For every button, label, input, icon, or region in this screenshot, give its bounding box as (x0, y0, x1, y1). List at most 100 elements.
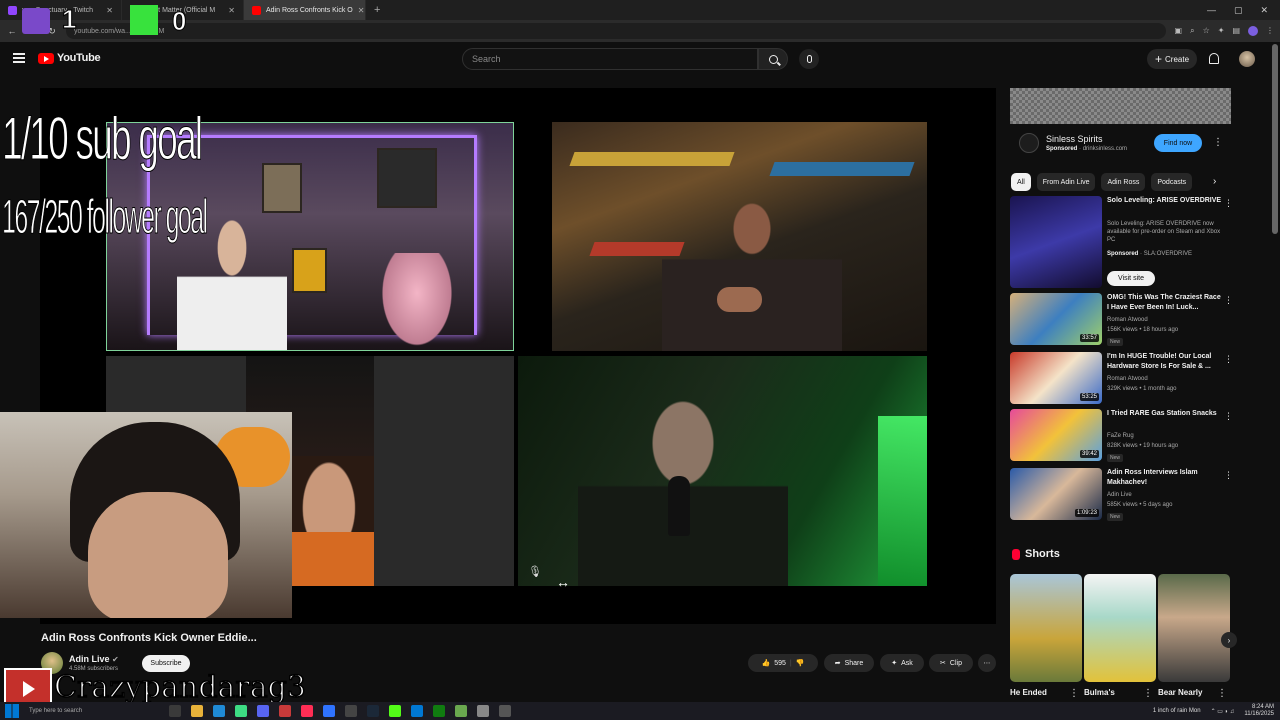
find-now-button[interactable]: Find now (1154, 134, 1202, 152)
browser-menu-icon[interactable]: ⋮ (1266, 26, 1274, 36)
ad-title[interactable]: Sinless Spirits (1046, 134, 1103, 144)
close-window-icon[interactable]: ✕ (1260, 5, 1268, 16)
video-thumbnail[interactable]: 33:57 (1010, 293, 1102, 345)
chevron-right-icon[interactable]: › (1213, 176, 1216, 187)
rec-title[interactable]: Solo Leveling: ARISE OVERDRIVE (1107, 196, 1222, 206)
app-icon[interactable] (455, 705, 467, 717)
address-bar[interactable]: youtube.com/wa...TruBlk-GM (66, 23, 1166, 39)
short-thumbnail[interactable] (1158, 574, 1230, 682)
bookmark-star-icon[interactable]: ☆ (1203, 26, 1210, 36)
video-thumbnail[interactable] (1010, 196, 1102, 288)
sidebar-icon[interactable]: ▤ (1232, 26, 1240, 36)
rec-title[interactable]: Adin Ross Interviews Islam Makhachev! (1107, 468, 1222, 488)
more-actions-button[interactable]: ⋯ (978, 654, 996, 672)
app-icon[interactable] (411, 705, 423, 717)
recommendation-item[interactable]: 1:09:23 Adin Ross Interviews Islam Makha… (1010, 468, 1240, 522)
chip-from-channel[interactable]: From Adin Live (1036, 173, 1096, 191)
account-avatar[interactable] (1239, 51, 1255, 67)
rec-channel[interactable]: Adin Live (1107, 492, 1132, 498)
rec-title[interactable]: I'm In HUGE Trouble! Our Local Hardware … (1107, 352, 1222, 372)
zoom-icon[interactable]: ⌕ (1190, 26, 1194, 36)
rec-menu-icon[interactable]: ⋮ (1224, 411, 1233, 422)
short-title[interactable]: Bulma's (1084, 688, 1115, 697)
kick-icon[interactable] (389, 705, 401, 717)
like-icon[interactable]: 👍 (762, 659, 771, 667)
discord-icon[interactable] (257, 705, 269, 717)
voice-search-button[interactable] (799, 49, 819, 69)
short-title[interactable]: He Ended (1010, 688, 1047, 697)
clock[interactable]: 8:24 AM 11/16/2025 (1244, 704, 1274, 718)
visit-site-button[interactable]: Visit site (1107, 271, 1155, 286)
recommendation-item[interactable]: 33:57 OMG! This Was The Craziest Race I … (1010, 293, 1240, 347)
screen: yourSanctuary - Twitch ✕ Don't Matter (O… (0, 0, 1280, 720)
search-input[interactable]: Search (462, 48, 758, 70)
app-icon[interactable] (477, 705, 489, 717)
video-thumbnail[interactable]: 1:09:23 (1010, 468, 1102, 520)
chrome-icon[interactable] (235, 705, 247, 717)
close-tab-icon[interactable]: ✕ (358, 6, 365, 15)
clip-button[interactable]: ✂ Clip (929, 654, 973, 672)
create-button[interactable]: + Create (1147, 49, 1197, 69)
page-scrollbar[interactable] (1272, 44, 1278, 234)
short-menu-icon[interactable]: ⋮ (1217, 689, 1227, 699)
notifications-bell-icon[interactable] (1209, 53, 1219, 64)
short-thumbnail[interactable] (1010, 574, 1082, 682)
tiktok-icon[interactable] (301, 705, 313, 717)
dislike-icon[interactable]: 👎 (796, 659, 805, 667)
short-title[interactable]: Bear Nearly (1158, 688, 1202, 697)
rec-menu-icon[interactable]: ⋮ (1224, 470, 1233, 481)
ask-button[interactable]: ✦ Ask (880, 654, 924, 672)
new-tab-icon[interactable]: + (366, 4, 388, 16)
ad-menu-icon[interactable]: ⋮ (1213, 138, 1223, 148)
windows-start-icon[interactable] (5, 704, 19, 718)
edge-icon[interactable] (213, 705, 225, 717)
steam-icon[interactable] (367, 705, 379, 717)
extension-icon[interactable]: ▣ (1175, 26, 1183, 36)
minimize-icon[interactable]: — (1207, 5, 1216, 16)
rec-channel[interactable]: Roman Atwood (1107, 376, 1148, 382)
chip-podcasts[interactable]: Podcasts (1151, 173, 1193, 191)
xbox-icon[interactable] (433, 705, 445, 717)
extensions-puzzle-icon[interactable]: ✦ (1218, 26, 1225, 36)
app-icon[interactable] (323, 705, 335, 717)
close-tab-icon[interactable]: ✕ (228, 6, 235, 15)
share-icon: ➦ (834, 660, 841, 667)
app-icon[interactable] (345, 705, 357, 717)
short-menu-icon[interactable]: ⋮ (1069, 689, 1079, 699)
chevron-right-icon[interactable]: › (1221, 632, 1237, 648)
profile-icon[interactable] (1248, 26, 1258, 36)
menu-icon[interactable] (13, 53, 25, 63)
youtube-logo[interactable]: YouTube (38, 52, 101, 64)
rec-menu-icon[interactable]: ⋮ (1224, 198, 1233, 209)
settings-gear-icon[interactable] (499, 705, 511, 717)
app-icon[interactable] (279, 705, 291, 717)
tray-icons[interactable]: ⌃ ▭ ◗ ♫ (1211, 708, 1235, 715)
ad-banner-image[interactable] (1010, 88, 1231, 124)
rec-menu-icon[interactable]: ⋮ (1224, 295, 1233, 306)
recommendation-item[interactable]: 53:25 I'm In HUGE Trouble! Our Local Har… (1010, 352, 1240, 406)
rec-menu-icon[interactable]: ⋮ (1224, 354, 1233, 365)
chip-all[interactable]: All (1011, 173, 1031, 191)
video-thumbnail[interactable]: 53:25 (1010, 352, 1102, 404)
recommendation-item[interactable]: 39:42 I Tried RARE Gas Station Snacks Fa… (1010, 409, 1240, 463)
short-menu-icon[interactable]: ⋮ (1143, 689, 1153, 699)
rec-title[interactable]: I Tried RARE Gas Station Snacks (1107, 409, 1222, 419)
recommendation-ad[interactable]: Solo Leveling: ARISE OVERDRIVE Solo Leve… (1010, 196, 1240, 288)
share-button[interactable]: ➦ Share (824, 654, 874, 672)
file-explorer-icon[interactable] (191, 705, 203, 717)
taskbar-search[interactable]: Type here to search (29, 708, 139, 714)
task-view-icon[interactable] (169, 705, 181, 717)
chip-adin-ross[interactable]: Adin Ross (1101, 173, 1146, 191)
rec-channel[interactable]: FaZe Rug (1107, 433, 1134, 439)
short-thumbnail[interactable] (1084, 574, 1156, 682)
rec-title[interactable]: OMG! This Was The Craziest Race I Have E… (1107, 293, 1222, 313)
maximize-icon[interactable]: ▢ (1234, 5, 1243, 16)
video-thumbnail[interactable]: 39:42 (1010, 409, 1102, 461)
rec-channel[interactable]: Roman Atwood (1107, 317, 1148, 323)
rec-meta: 156K views • 18 hours ago (1107, 327, 1179, 333)
weather-text[interactable]: 1 inch of rain Mon (1153, 708, 1201, 714)
channel-name[interactable]: Adin Live ✔ (69, 654, 119, 664)
browser-tab-active[interactable]: Adin Ross Confronts Kick O ✕ (244, 0, 366, 20)
video-tile-top-right (552, 122, 927, 351)
search-button[interactable] (758, 48, 788, 70)
